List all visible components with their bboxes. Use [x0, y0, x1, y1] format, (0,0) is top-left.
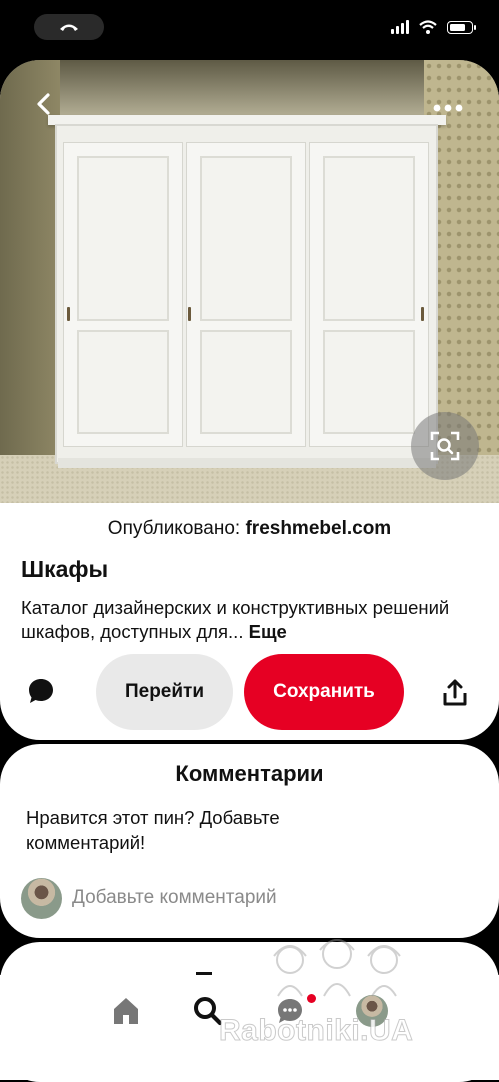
- pin-description: Каталог дизайнерских и конструктивных ре…: [21, 596, 481, 644]
- comments-prompt: Нравится этот пин? Добавьте комментарий!: [26, 807, 280, 853]
- pin-image[interactable]: [0, 60, 499, 503]
- wardrobe-plinth: [58, 458, 436, 468]
- nav-search[interactable]: [188, 991, 228, 1031]
- nav-messages[interactable]: [270, 991, 310, 1031]
- wardrobe-door: [63, 142, 183, 447]
- chevron-left-icon: [37, 93, 50, 115]
- status-bar: [0, 0, 499, 60]
- battery-fill: [450, 23, 465, 31]
- comments-card: Комментарии Нравится этот пин? Добавьте …: [0, 744, 499, 938]
- search-icon: [194, 997, 223, 1026]
- publisher-link[interactable]: freshmebel.com: [245, 518, 391, 539]
- share-button[interactable]: [440, 678, 470, 708]
- phone-icon: [60, 24, 78, 31]
- comments-title: Комментарии: [175, 761, 324, 786]
- more-link[interactable]: Еще: [249, 621, 287, 642]
- save-button[interactable]: Сохранить: [244, 654, 404, 730]
- comment-input[interactable]: [72, 884, 372, 912]
- chat-bubble-icon: [278, 999, 302, 1023]
- cellular-signal-icon: [391, 20, 409, 34]
- home-icon: [114, 998, 138, 1024]
- image-wall-left: [0, 60, 60, 503]
- pin-title: Шкафы: [21, 556, 109, 582]
- go-button[interactable]: Перейти: [96, 654, 233, 730]
- wardrobe: [55, 124, 438, 464]
- more-dots-icon: [433, 104, 463, 112]
- bottom-nav: [0, 975, 499, 1080]
- avatar: [21, 878, 62, 919]
- publisher-line: Опубликовано: freshmebel.com: [0, 518, 499, 540]
- wifi-icon: [419, 20, 437, 34]
- more-options-button[interactable]: [428, 96, 468, 120]
- visual-search-button[interactable]: [411, 412, 479, 480]
- wardrobe-door: [186, 142, 306, 447]
- pin-card: Опубликовано: freshmebel.com Шкафы Катал…: [0, 60, 499, 740]
- nav-profile[interactable]: [352, 991, 392, 1031]
- call-indicator[interactable]: [34, 14, 104, 40]
- avatar: [356, 995, 388, 1027]
- share-icon: [443, 679, 467, 706]
- visual-search-icon: [430, 431, 460, 461]
- publisher-prefix: Опубликовано:: [107, 518, 241, 539]
- nav-home[interactable]: [106, 991, 146, 1031]
- speech-bubble-icon: [29, 679, 53, 703]
- back-button[interactable]: [28, 88, 60, 120]
- pin-description-text: Каталог дизайнерских и конструктивных ре…: [21, 597, 450, 642]
- wardrobe-door: [309, 142, 429, 447]
- notification-badge: [307, 994, 316, 1003]
- comment-button[interactable]: [26, 676, 60, 710]
- status-icons: [391, 20, 476, 34]
- battery-icon: [447, 20, 476, 34]
